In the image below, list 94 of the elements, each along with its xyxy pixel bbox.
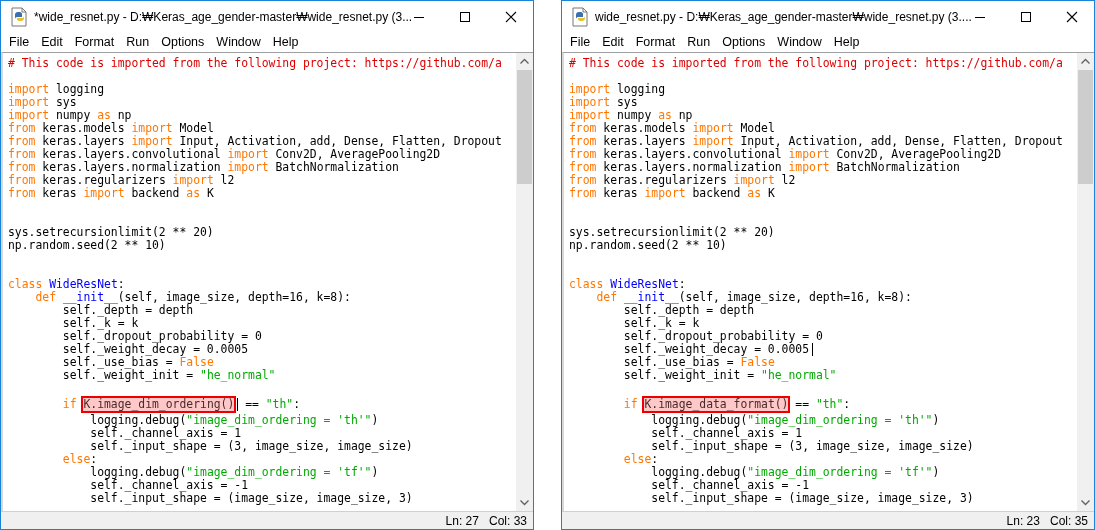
code-line: logging.debug("image_dim_ordering = 'tf'") xyxy=(89,466,380,479)
cursor-position: Col: 35 xyxy=(1049,513,1088,528)
code-line: logging.debug("image_dim_ordering = 'th'") xyxy=(89,414,380,427)
code-line: np.random.seed(2 ** 10) xyxy=(8,239,167,252)
code-text: self._weight_decay = 0.0005 xyxy=(622,343,810,356)
maximize-icon[interactable] xyxy=(1020,10,1032,23)
code-text: if xyxy=(61,398,78,411)
scroll-thumb[interactable] xyxy=(517,70,532,184)
code-line: import numpy as np xyxy=(569,109,693,122)
code-line: self._input_shape = (image_size, image_size, 3) xyxy=(650,492,975,505)
menu-item[interactable]: File xyxy=(3,35,36,49)
menu-item[interactable]: Edit xyxy=(596,35,630,49)
code-line: self._input_shape = (3, image_size, image_size) xyxy=(651,440,975,453)
code-line: import numpy as np xyxy=(8,109,132,122)
code-text: "th" xyxy=(265,398,294,411)
code-text: == xyxy=(794,398,811,411)
highlight-box: K.image_data_format() xyxy=(644,398,789,411)
code-text: : xyxy=(293,398,301,411)
window-title: wide_resnet.py - D:₩Keras_age_gender-master₩wide_resnet.py (3.... xyxy=(595,9,972,24)
python-file-icon xyxy=(571,6,589,27)
code-line: from keras.layers import Input, Activation, add, Dense, Flatten, Dropout xyxy=(569,135,1064,148)
code-line: class WideResNet: xyxy=(8,278,126,291)
menu-item[interactable]: Edit xyxy=(35,35,69,49)
code-line: logging.debug("image_dim_ordering = 'tf'") xyxy=(650,466,941,479)
code-line: from keras.models import Model xyxy=(569,122,776,135)
code-line: self._input_shape = (3, image_size, image_size) xyxy=(90,440,414,453)
menu-item[interactable]: Format xyxy=(68,35,121,49)
code-line: self._use_bias = False xyxy=(622,356,775,369)
code-line: self._channel_axis = -1 xyxy=(89,479,249,492)
code-text: if xyxy=(622,398,639,411)
code-line: self._dropout_probability = 0 xyxy=(622,330,824,343)
code-line: from keras.models import Model xyxy=(8,122,215,135)
code-line: import sys xyxy=(8,96,77,109)
menu-item[interactable]: Window xyxy=(771,35,828,49)
menu-item[interactable]: File xyxy=(564,35,597,49)
code-line: else: xyxy=(61,453,98,466)
code-line: self._depth = depth xyxy=(61,304,194,317)
menu-item[interactable]: Format xyxy=(629,35,682,49)
code-line: def __init__(self, image_size, depth=16, k=8): xyxy=(34,291,352,304)
cursor-position: Ln: 27 xyxy=(445,513,479,528)
code-line: # This code is imported from the following project: https://github.com/a xyxy=(8,57,503,70)
code-line: self._k = k xyxy=(61,317,139,330)
code-line: from keras.layers.convolutional import Conv2D, AveragePooling2D xyxy=(8,148,442,161)
scrollbar[interactable] xyxy=(1077,53,1094,511)
close-icon[interactable] xyxy=(505,10,517,23)
code-line: sys.setrecursionlimit(2 ** 20) xyxy=(8,226,215,239)
menu-item[interactable]: Run xyxy=(120,35,156,49)
menu-item[interactable]: Options xyxy=(716,35,772,49)
code-line: from keras.regularizers import l2 xyxy=(8,174,235,187)
code-line: self._channel_axis = -1 xyxy=(650,479,810,492)
code-line: self._dropout_probability = 0 xyxy=(61,330,263,343)
cursor-position: Ln: 23 xyxy=(1006,513,1040,528)
python-file-icon xyxy=(10,6,28,27)
code-line: self._weight_init = "he_normal" xyxy=(61,369,277,382)
code-line: self._k = k xyxy=(622,317,700,330)
code-line: import sys xyxy=(569,96,638,109)
window-title: *wide_resnet.py - D:₩Keras_age_gender-master₩wide_resnet.py (3... xyxy=(34,9,413,24)
code-line: else: xyxy=(622,453,659,466)
code-line: import logging xyxy=(8,83,106,96)
code-line: from keras.layers.normalization import BatchNormalization xyxy=(8,161,399,174)
code-line: from keras.layers.convolutional import Conv2D, AveragePooling2D xyxy=(569,148,1003,161)
code-line: sys.setrecursionlimit(2 ** 20) xyxy=(569,226,776,239)
code-line: self._channel_axis = 1 xyxy=(650,427,803,440)
menu-item[interactable]: Help xyxy=(827,35,866,49)
code-line: self._use_bias = False xyxy=(61,356,214,369)
scrollbar[interactable] xyxy=(516,53,533,511)
scroll-thumb[interactable] xyxy=(1078,70,1093,184)
code-line: from keras import backend as K xyxy=(569,187,776,200)
code-line: import logging xyxy=(569,83,667,96)
menu-item[interactable]: Help xyxy=(266,35,305,49)
code-line: from keras.regularizers import l2 xyxy=(569,174,796,187)
code-line: self._channel_axis = 1 xyxy=(89,427,242,440)
code-line: self._depth = depth xyxy=(622,304,755,317)
code-text: == xyxy=(244,398,260,411)
code-line: np.random.seed(2 ** 10) xyxy=(569,239,728,252)
code-line: logging.debug("image_dim_ordering = 'th'") xyxy=(650,414,941,427)
code-line: def __init__(self, image_size, depth=16, k=8): xyxy=(595,291,913,304)
close-icon[interactable] xyxy=(1066,10,1078,23)
code-line: from keras.layers import Input, Activation, add, Dense, Flatten, Dropout xyxy=(8,135,503,148)
code-text: "th" xyxy=(815,398,844,411)
code-text: : xyxy=(843,398,851,411)
code-line: from keras.layers.normalization import BatchNormalization xyxy=(569,161,960,174)
code-line: # This code is imported from the following project: https://github.com/a xyxy=(569,57,1064,70)
code-line: from keras import backend as K xyxy=(8,187,215,200)
code-line: self._input_shape = (image_size, image_size, 3) xyxy=(89,492,414,505)
menu-item[interactable]: Window xyxy=(210,35,267,49)
maximize-icon[interactable] xyxy=(459,10,471,23)
code-line: self._weight_init = "he_normal" xyxy=(622,369,838,382)
menu-item[interactable]: Options xyxy=(155,35,211,49)
highlight-box: K.image_dim_ordering() xyxy=(83,398,235,411)
cursor-position: Col: 33 xyxy=(488,513,527,528)
menu-item[interactable]: Run xyxy=(681,35,717,49)
code-line: self._weight_decay = 0.0005 xyxy=(61,343,250,356)
code-line: class WideResNet: xyxy=(569,278,687,291)
